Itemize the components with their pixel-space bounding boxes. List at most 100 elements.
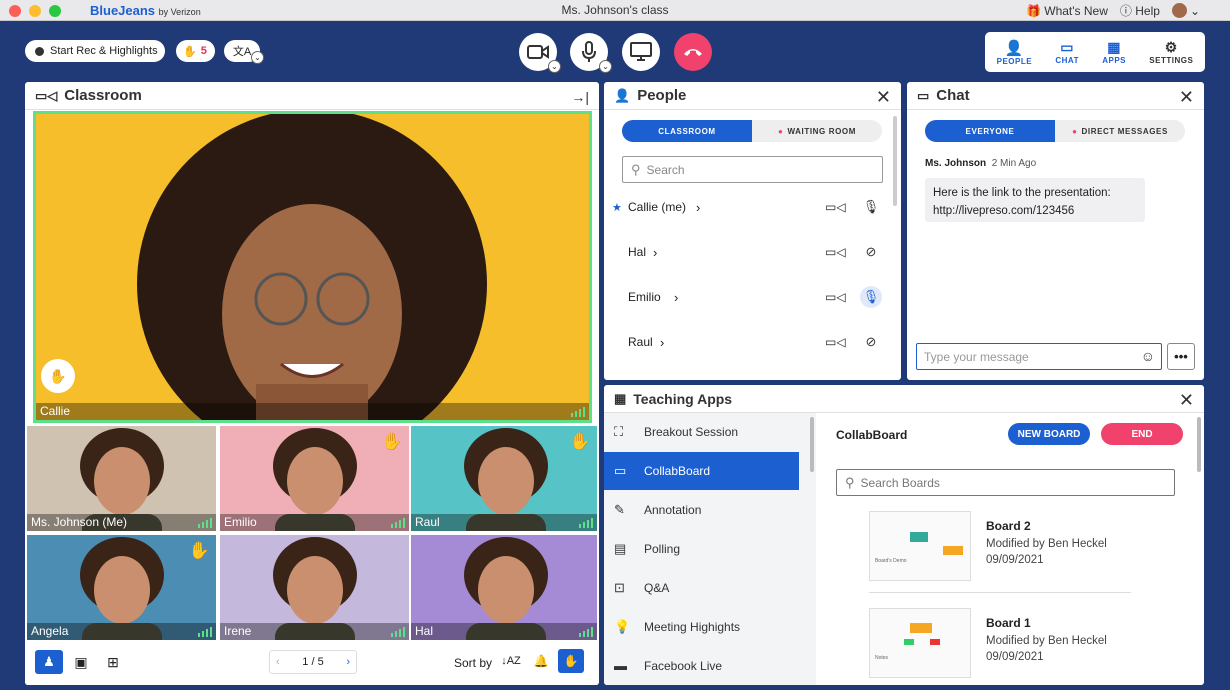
people-nav-label: PEOPLE (996, 56, 1033, 66)
tile-name-label: Hal (411, 623, 597, 640)
participant-tile[interactable]: ✋ Raul (411, 426, 597, 531)
divider (869, 592, 1131, 593)
app-item[interactable]: ⊡ Q&A (604, 569, 799, 607)
translate-button[interactable]: 文A ⌄ (224, 40, 264, 64)
close-icon[interactable]: ✕ (1179, 390, 1194, 411)
chat-message-input[interactable]: Type your message ☺ (916, 343, 1162, 370)
app-item[interactable]: ✎ Annotation (604, 491, 799, 529)
participant-row[interactable]: Raul › ▭◁ ⊘ (604, 327, 894, 357)
sort-notify-button[interactable]: 🔔 (528, 649, 554, 673)
prev-page-button[interactable]: ‹ (276, 656, 280, 668)
settings-nav-button[interactable]: ⚙ SETTINGS (1149, 39, 1193, 65)
speaker-layout-button[interactable]: ▣ (67, 650, 95, 674)
participant-tile[interactable]: ✋ Angela (27, 535, 216, 640)
participant-tile[interactable]: ✋ Emilio (220, 426, 409, 531)
close-icon[interactable]: ✕ (1179, 87, 1194, 108)
tile-name-label: Raul (411, 514, 597, 531)
people-search-input[interactable]: ⚲ Search (622, 156, 883, 183)
chevron-down-icon: ⌄ (251, 51, 264, 64)
chat-nav-button[interactable]: ▭ CHAT (1055, 39, 1079, 65)
search-boards-input[interactable]: ⚲ Search Boards (836, 469, 1175, 496)
end-button[interactable]: END (1101, 423, 1183, 445)
main-video-tile[interactable]: ✋ Callie (33, 111, 592, 423)
camera-button[interactable]: ⌄ (519, 33, 561, 73)
gallery-layout-button[interactable]: ⊞ (99, 650, 127, 674)
participant-tile[interactable]: Irene (220, 535, 409, 640)
chevron-right-icon[interactable]: › (696, 200, 700, 215)
share-screen-button[interactable] (622, 33, 660, 71)
help-button[interactable]: ⓘ Help (1120, 2, 1160, 19)
page-indicator: 1 / 5 (302, 656, 324, 668)
tab-everyone[interactable]: EVERYONE (925, 120, 1055, 142)
chevron-right-icon[interactable]: › (674, 290, 678, 305)
microphone-button[interactable]: ⌄ (570, 33, 612, 73)
participant-row[interactable]: Emilio › ▭◁ 🎙 (604, 282, 894, 312)
apps-nav-button[interactable]: ▦ APPS (1102, 39, 1126, 65)
video-camera-icon: ▭◁ (825, 335, 846, 349)
start-rec-label: Start Rec & Highlights (50, 45, 158, 57)
waiting-room-label: WAITING ROOM (787, 126, 856, 136)
new-board-button[interactable]: NEW BOARD (1008, 423, 1090, 445)
close-icon[interactable]: ✕ (876, 87, 891, 108)
grid-icon: ⊞ (107, 653, 119, 670)
chat-header: ▭ Chat ✕ (907, 82, 1204, 110)
next-page-button[interactable]: › (346, 656, 350, 668)
tile-name-label: Emilio (220, 514, 409, 531)
sort-hand-button[interactable]: ✋ (558, 649, 584, 673)
app-item-label: Breakout Session (644, 425, 739, 439)
app-item-label: Annotation (644, 503, 702, 517)
message-link[interactable]: http://livepreso.com/123456 (933, 202, 1137, 220)
app-item[interactable]: ▬ Facebook Live (604, 647, 799, 685)
raised-hands-count: 5 (200, 45, 207, 57)
whats-new-button[interactable]: 🎁 What's New (1026, 4, 1108, 18)
chevron-right-icon[interactable]: › (660, 335, 664, 350)
raised-hands-button[interactable]: ✋ 5 (176, 40, 215, 62)
board-card[interactable]: Board's Demo Board 2 Modified by Ben Hec… (869, 511, 1129, 586)
scrollbar[interactable] (1197, 417, 1201, 472)
app-item[interactable]: ▤ Polling (604, 530, 799, 568)
teaching-apps-header: ▦ Teaching Apps ✕ (604, 385, 1204, 413)
board-date: 09/09/2021 (986, 554, 1044, 566)
emoji-icon[interactable]: ☺ (1141, 348, 1155, 364)
whiteboard-icon: ▭ (614, 463, 627, 478)
ellipsis-icon: ••• (1174, 349, 1188, 364)
presenter-icon: ♟ (43, 654, 55, 669)
app-item-label: Meeting Highights (644, 620, 741, 634)
leave-call-button[interactable] (674, 33, 712, 71)
user-avatar-menu[interactable]: ⌄ (1171, 3, 1200, 18)
start-rec-button[interactable]: Start Rec & Highlights (25, 40, 165, 62)
tab-waiting-room[interactable]: ● WAITING ROOM (752, 120, 882, 142)
participant-row[interactable]: ★ Callie (me) › ▭◁ 🎙 (604, 192, 894, 222)
pen-icon: ✎ (614, 502, 625, 517)
tab-classroom[interactable]: CLASSROOM (622, 120, 752, 142)
participant-tile[interactable]: Hal (411, 535, 597, 640)
settings-nav-label: SETTINGS (1149, 56, 1194, 65)
chevron-right-icon[interactable]: › (653, 245, 657, 260)
search-icon: ⚲ (845, 474, 855, 490)
collapse-panel-icon[interactable]: →| (571, 89, 589, 105)
participant-tile[interactable]: Ms. Johnson (Me) (27, 426, 216, 531)
hand-icon: ✋ (49, 367, 67, 384)
sort-alpha-button[interactable]: ↓AZ (498, 649, 524, 673)
search-boards-placeholder: Search Boards (860, 475, 940, 490)
app-item[interactable]: 💡 Meeting Highights (604, 608, 799, 646)
participant-row[interactable]: Hal › ▭◁ ⊘ (604, 237, 894, 267)
more-options-button[interactable]: ••• (1167, 343, 1195, 370)
video-camera-icon: ▭◁ (825, 290, 846, 304)
board-diagram (943, 546, 963, 555)
app-item[interactable]: ⛶ Breakout Session (604, 413, 799, 451)
signal-strength-icon (571, 407, 585, 417)
tab-direct-messages[interactable]: ● DIRECT MESSAGES (1055, 120, 1185, 142)
dot-icon: ● (1072, 126, 1078, 136)
raise-hand-button[interactable]: ✋ (41, 359, 75, 393)
people-nav-button[interactable]: 👤 PEOPLE (997, 39, 1032, 66)
chevron-down-icon: ⌄ (599, 60, 612, 73)
board-card[interactable]: Notes Board 1 Modified by Ben Heckel 09/… (869, 608, 1129, 683)
microphone-muted-icon: ⊘ (865, 244, 877, 259)
scrollbar[interactable] (893, 116, 897, 206)
scrollbar[interactable] (810, 417, 814, 472)
presenter-layout-button[interactable]: ♟ (35, 650, 63, 674)
app-item[interactable]: ▭ CollabBoard (604, 452, 799, 490)
gear-icon: ⚙ (1164, 39, 1178, 55)
microphone-icon: 🎙 (860, 286, 882, 308)
